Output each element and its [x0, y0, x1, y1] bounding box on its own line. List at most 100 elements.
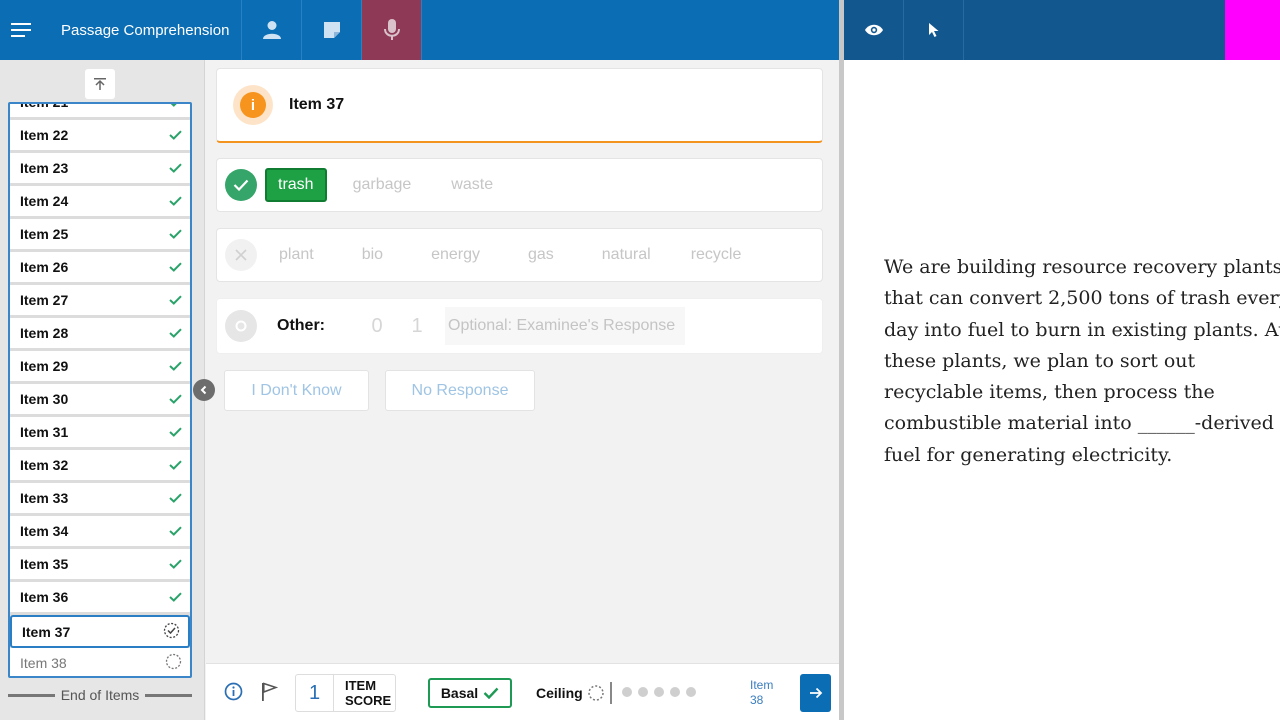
menu-icon [11, 23, 31, 37]
progress-dot [622, 687, 632, 697]
sidebar-item[interactable]: Item 25 [10, 219, 190, 252]
checkmark-icon [233, 179, 249, 191]
sidebar-item-label: Item 21 [20, 102, 69, 110]
in-progress-icon [163, 622, 180, 642]
scroll-to-top-button[interactable] [85, 69, 115, 99]
correct-responses-row: trash garbage waste [216, 158, 823, 212]
item-score-box[interactable]: 1 ITEM SCORE [295, 674, 396, 712]
correct-status-icon[interactable] [225, 169, 257, 201]
passage-line: day into fuel to burn in existing plants… [884, 318, 1280, 341]
sidebar-item[interactable]: Item 21 [10, 102, 190, 120]
response-chip-plant[interactable]: plant [265, 238, 328, 272]
next-item-label: Item 38 [750, 678, 774, 707]
sidebar-item[interactable]: Item 33 [10, 483, 190, 516]
view-button[interactable] [844, 0, 904, 60]
incorrect-status-icon[interactable] [225, 239, 257, 271]
dont-know-button[interactable]: I Don't Know [224, 370, 369, 411]
sidebar-item-label: Item 34 [20, 523, 69, 539]
response-chip-energy[interactable]: energy [417, 238, 494, 272]
sidebar-item[interactable]: Item 22 [10, 120, 190, 153]
item-header: i Item 37 [216, 68, 823, 143]
item-score-value: 1 [296, 675, 334, 711]
sidebar-item[interactable]: Item 37 [10, 615, 190, 648]
pointer-button[interactable] [904, 0, 964, 60]
sidebar-item-label: Item 22 [20, 127, 69, 143]
collapse-sidebar-button[interactable] [193, 379, 215, 401]
sidebar-item[interactable]: Item 27 [10, 285, 190, 318]
examinee-button[interactable] [242, 0, 302, 60]
passage-line: these plants, we plan to sort out [884, 349, 1196, 372]
ceiling-status[interactable]: Ceiling [536, 678, 605, 708]
sidebar-item[interactable]: Item 23 [10, 153, 190, 186]
passage-text: We are building resource recovery plants… [884, 252, 1280, 471]
note-icon [323, 22, 340, 38]
sidebar-item-label: Item 23 [20, 160, 69, 176]
sidebar-item-label: Item 32 [20, 457, 69, 473]
passage-line: that can convert 2,500 tons of trash eve… [884, 287, 1280, 310]
response-chip-gas[interactable]: gas [514, 238, 568, 272]
checkmark-icon [169, 292, 182, 308]
response-chip-trash[interactable]: trash [265, 168, 327, 202]
other-score-0[interactable]: 0 [357, 315, 397, 338]
item-list[interactable]: Item 21 Item 22 Item 23 Item 24 Item 25 Item … [8, 102, 192, 678]
examinee-response-input[interactable] [445, 307, 685, 345]
response-chip-recycle[interactable]: recycle [677, 238, 756, 272]
notes-button[interactable] [302, 0, 362, 60]
arrow-right-icon [809, 687, 822, 699]
info-icon[interactable]: i [233, 85, 273, 125]
sidebar-item-label: Item 30 [20, 391, 69, 407]
sidebar-item-label: Item 24 [20, 193, 69, 209]
passage-line: recyclable items, then process the [884, 381, 1215, 404]
sidebar-item-label: Item 37 [22, 623, 71, 640]
ceiling-progress-dots [622, 687, 696, 697]
checkmark-icon [169, 259, 182, 275]
checkmark-icon [169, 391, 182, 407]
item-title: Item 37 [289, 96, 345, 113]
sidebar-item[interactable]: Item 31 [10, 417, 190, 450]
response-chip-waste[interactable]: waste [437, 168, 507, 202]
other-score-1[interactable]: 1 [397, 315, 437, 338]
passage-line: We are building resource recovery plants [884, 256, 1280, 278]
sidebar-item[interactable]: Item 34 [10, 516, 190, 549]
pointer-icon [928, 23, 938, 37]
sidebar-item-label: Item 33 [20, 490, 69, 506]
passage-line: combustible material into ______-derived [884, 412, 1274, 435]
sidebar-item[interactable]: Item 29 [10, 351, 190, 384]
sidebar-item-label: Item 28 [20, 325, 69, 341]
incorrect-responses-row: plant bio energy gas natural recycle [216, 228, 823, 282]
sidebar-item[interactable]: Item 38 [10, 648, 190, 676]
progress-dot [670, 687, 680, 697]
sidebar-item[interactable]: Item 35 [10, 549, 190, 582]
basal-status[interactable]: Basal [428, 678, 512, 708]
next-item-button[interactable] [800, 674, 831, 712]
sidebar-item[interactable]: Item 36 [10, 582, 190, 615]
top-toolbar: Passage Comprehension [0, 0, 839, 60]
checkmark-icon [169, 127, 182, 143]
end-of-items: End of Items [8, 687, 192, 703]
other-status-icon[interactable] [225, 310, 257, 342]
checkmark-icon [169, 490, 182, 506]
pending-icon [165, 653, 182, 673]
sidebar-item[interactable]: Item 28 [10, 318, 190, 351]
response-chip-garbage[interactable]: garbage [339, 168, 426, 202]
menu-button[interactable] [0, 0, 44, 60]
no-response-button[interactable]: No Response [385, 370, 535, 411]
examinee-toolbar [844, 0, 1280, 60]
item-info-button[interactable] [224, 682, 243, 701]
flag-icon [262, 682, 278, 701]
circle-icon [235, 320, 247, 332]
sidebar-item[interactable]: Item 32 [10, 450, 190, 483]
checkmark-icon [169, 457, 182, 473]
other-response-row: Other: 0 1 [216, 298, 823, 354]
sidebar-item[interactable]: Item 24 [10, 186, 190, 219]
other-label: Other: [277, 317, 325, 334]
examinee-page: We are building resource recovery plants… [844, 60, 1280, 720]
microphone-icon [383, 19, 400, 40]
checkmark-icon [169, 523, 182, 539]
sidebar-item[interactable]: Item 30 [10, 384, 190, 417]
response-chip-natural[interactable]: natural [588, 238, 665, 272]
flag-button[interactable] [260, 682, 278, 701]
sidebar-item[interactable]: Item 26 [10, 252, 190, 285]
record-button[interactable] [362, 0, 422, 60]
response-chip-bio[interactable]: bio [348, 238, 397, 272]
